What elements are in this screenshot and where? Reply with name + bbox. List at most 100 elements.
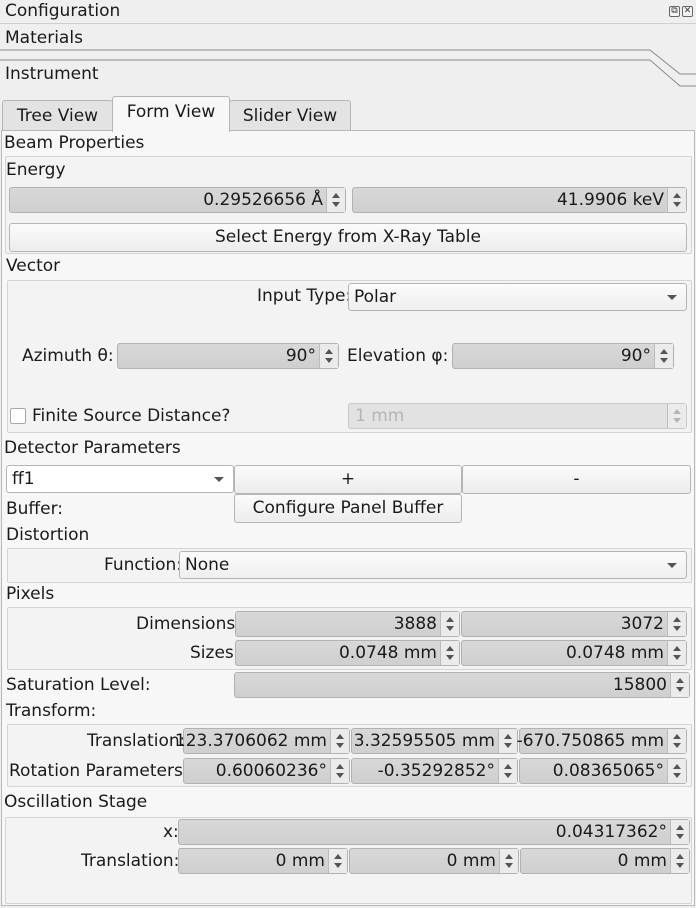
rotation-z-value: 0.08365065°: [552, 761, 664, 781]
saturation-level-stepper[interactable]: [670, 673, 689, 697]
pixel-rows-value: 3888: [393, 614, 437, 634]
detector-parameters-heading: Detector Parameters: [4, 438, 181, 458]
sizes-label: Sizes:: [190, 643, 240, 663]
chevron-down-icon: [667, 295, 677, 300]
dock-title: Configuration: [5, 1, 121, 21]
pixel-columns-spinbox[interactable]: 3072: [461, 611, 687, 637]
select-energy-button[interactable]: Select Energy from X-Ray Table: [9, 223, 687, 252]
tab-slider-view[interactable]: Slider View: [229, 100, 351, 131]
energy-kev-stepper[interactable]: [667, 188, 686, 212]
rotation-x-stepper[interactable]: [330, 759, 349, 783]
elevation-label: Elevation φ:: [347, 346, 449, 366]
transform-label: Transform:: [6, 701, 97, 721]
pixels-label: Pixels: [6, 584, 55, 604]
rotation-y-spinbox[interactable]: -0.35292852°: [351, 758, 518, 784]
distortion-function-select[interactable]: None: [179, 551, 687, 579]
energy-label: Energy: [6, 160, 66, 180]
input-type-label: Input Type:: [257, 286, 352, 306]
float-icon[interactable]: ⧉: [669, 6, 680, 17]
remove-detector-button[interactable]: -: [462, 465, 691, 494]
instrument-label: Instrument: [5, 64, 99, 84]
function-label: Function:: [104, 555, 183, 575]
dock-title-bar[interactable]: Configuration ⧉ ✕: [0, 0, 696, 24]
rotation-y-stepper[interactable]: [498, 759, 517, 783]
elevation-stepper[interactable]: [654, 344, 673, 368]
detector-translation-x-spinbox[interactable]: 123.3706062 mm: [175, 728, 350, 754]
toolbox-item-instrument[interactable]: Instrument: [0, 61, 650, 95]
oscillation-translation-y-spinbox[interactable]: 0 mm: [349, 848, 519, 874]
detector-translation-label: Translation:: [87, 731, 186, 751]
pixel-rows-spinbox[interactable]: 3888: [235, 611, 460, 637]
oscillation-translation-x-spinbox[interactable]: 0 mm: [178, 848, 348, 874]
elevation-spinbox[interactable]: 90°: [452, 343, 674, 369]
tab-tree-view[interactable]: Tree View: [2, 100, 113, 131]
pixel-size-row-value: 0.0748 mm: [338, 643, 437, 663]
saturation-level-value: 15800: [612, 675, 667, 695]
detector-translation-y-spinbox[interactable]: 3.32595505 mm: [351, 728, 518, 754]
pixel-size-column-stepper[interactable]: [667, 641, 686, 665]
configure-panel-buffer-button[interactable]: Configure Panel Buffer: [234, 494, 462, 523]
azimuth-spinbox[interactable]: 90°: [117, 343, 339, 369]
oscillation-x-spinbox[interactable]: 0.04317362°: [178, 819, 690, 845]
rotation-parameters-label: Rotation Parameters:: [9, 761, 189, 781]
oscillation-x-stepper[interactable]: [670, 820, 689, 844]
oscillation-translation-y-stepper[interactable]: [499, 849, 518, 873]
distortion-label: Distortion: [6, 525, 90, 545]
finite-source-distance-spinbox[interactable]: 1 mm: [348, 403, 687, 429]
close-icon[interactable]: ✕: [682, 6, 693, 17]
detector-translation-z-spinbox[interactable]: -670.750865 mm: [516, 728, 687, 754]
energy-kev-spinbox[interactable]: 41.9906 keV: [352, 187, 687, 213]
oscillation-translation-x-value: 0 mm: [275, 851, 325, 871]
pixel-size-row-stepper[interactable]: [440, 641, 459, 665]
detector-translation-z-value: -670.750865 mm: [516, 731, 664, 751]
chevron-down-icon: [214, 477, 224, 482]
input-type-select[interactable]: Polar: [348, 283, 687, 311]
oscillation-stage-heading: Oscillation Stage: [4, 792, 148, 812]
rotation-z-stepper[interactable]: [667, 759, 686, 783]
detector-translation-y-stepper[interactable]: [498, 729, 517, 753]
oscillation-translation-y-value: 0 mm: [446, 851, 496, 871]
pixel-size-column-spinbox[interactable]: 0.0748 mm: [461, 640, 687, 666]
azimuth-value: 90°: [285, 346, 316, 366]
oscillation-translation-label: Translation:: [81, 851, 180, 871]
detector-select[interactable]: ff1: [6, 465, 234, 493]
rotation-x-spinbox[interactable]: 0.60060236°: [183, 758, 350, 784]
wavelength-value: 0.29526656 Å: [203, 190, 323, 210]
beam-properties-heading: Beam Properties: [4, 133, 145, 153]
finite-source-checkbox[interactable]: [10, 408, 26, 424]
add-detector-button[interactable]: +: [234, 465, 462, 494]
tab-form-view[interactable]: Form View: [112, 96, 230, 132]
buffer-label: Buffer:: [6, 499, 64, 519]
wavelength-spinbox[interactable]: 0.29526656 Å: [9, 187, 346, 213]
detector-select-value: ff1: [12, 469, 35, 489]
oscillation-translation-z-stepper[interactable]: [670, 849, 689, 873]
configuration-dock: Configuration ⧉ ✕ Materials Instrument T…: [0, 0, 696, 908]
materials-label: Materials: [5, 28, 83, 48]
vector-label: Vector: [6, 256, 61, 276]
oscillation-translation-z-value: 0 mm: [617, 851, 667, 871]
azimuth-stepper[interactable]: [319, 344, 338, 368]
view-tab-bar: Tree View Form View Slider View: [0, 96, 696, 132]
oscillation-x-value: 0.04317362°: [555, 822, 667, 842]
pixel-rows-stepper[interactable]: [440, 612, 459, 636]
wavelength-stepper[interactable]: [326, 188, 345, 212]
finite-source-distance-stepper[interactable]: [667, 404, 686, 428]
detector-translation-z-stepper[interactable]: [667, 729, 686, 753]
chevron-down-icon: [667, 563, 677, 568]
distortion-function-value: None: [185, 555, 230, 575]
toolbox-item-materials[interactable]: Materials: [0, 25, 650, 61]
oscillation-translation-x-stepper[interactable]: [328, 849, 347, 873]
oscillation-translation-z-spinbox[interactable]: 0 mm: [520, 848, 690, 874]
pixel-columns-stepper[interactable]: [667, 612, 686, 636]
rotation-x-value: 0.60060236°: [215, 761, 327, 781]
detector-translation-x-stepper[interactable]: [330, 729, 349, 753]
finite-source-distance-value: 1 mm: [355, 406, 405, 426]
pixel-size-row-spinbox[interactable]: 0.0748 mm: [235, 640, 460, 666]
input-type-value: Polar: [354, 287, 397, 307]
oscillation-x-label: x:: [163, 822, 179, 842]
detector-translation-x-value: 123.3706062 mm: [174, 731, 327, 751]
detector-translation-y-value: 3.32595505 mm: [353, 731, 495, 751]
saturation-level-spinbox[interactable]: 15800: [234, 672, 690, 698]
pixel-size-column-value: 0.0748 mm: [565, 643, 664, 663]
rotation-z-spinbox[interactable]: 0.08365065°: [519, 758, 687, 784]
